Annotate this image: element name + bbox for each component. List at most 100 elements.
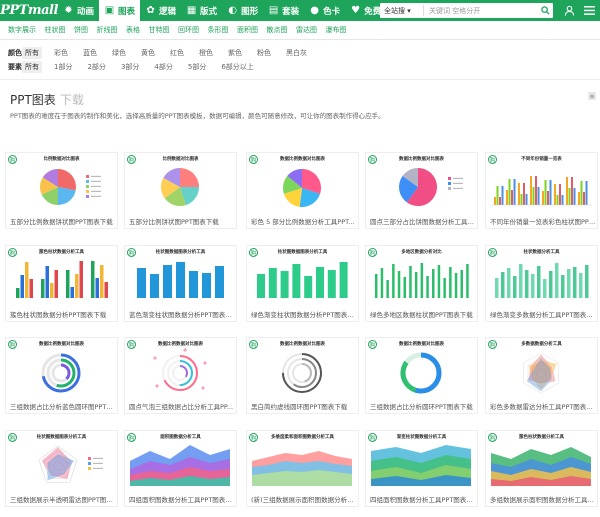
template-card[interactable]: 购 多地区数据分析对比绿色多地区数据柱状图PPT图表下载	[365, 245, 478, 322]
bar	[432, 269, 435, 298]
bar	[518, 183, 520, 205]
chart-preview	[495, 263, 589, 298]
buy-badge-icon: 购	[127, 433, 136, 442]
legend-text	[453, 182, 463, 184]
card-title[interactable]: 三组数据占比分析蓝色圆环图PPT图表...	[10, 401, 116, 411]
card-title[interactable]: 圆点三部分占比饼图数据分析工具PP...	[370, 216, 476, 226]
card-title[interactable]: 多组数据展示面积图数据分析工具PP...	[490, 494, 596, 504]
bar	[519, 264, 523, 298]
chart-thumbnail-title: 比例数据对比图表	[43, 157, 80, 162]
chart-preview	[371, 445, 471, 486]
legend-text	[91, 195, 101, 197]
card-thumbnail[interactable]: 购 簇色柱状数据分析工具	[6, 246, 117, 306]
card-title[interactable]: 彩色多数据雷达分析工具PPT图表下载	[490, 401, 596, 411]
bar	[16, 288, 20, 298]
legend-swatch	[86, 175, 89, 178]
card-thumbnail[interactable]: 购 数据比例数据对比图表	[366, 153, 477, 213]
chart-thumbnail-title: 簇色柱状数据分析工具	[39, 250, 84, 255]
template-card[interactable]: 购 簇色柱状数据分析工具多组数据展示面积图数据分析工具PP...	[485, 430, 598, 507]
bar	[508, 179, 511, 205]
template-card[interactable]: 购 多数据数据分析工具彩色多数据雷达分析工具PPT图表下载	[485, 337, 598, 414]
card-thumbnail[interactable]: 购 多维度柔和面积图数据分析工具	[247, 431, 358, 491]
card-title[interactable]: 彩色 5 部分比例数据分析工具PPT...	[251, 216, 357, 226]
card-title[interactable]: 三组数据占比分析圆环PPT图表下载	[370, 401, 476, 411]
card-title[interactable]: 五部分比例饼状图PPT图表下载	[129, 216, 235, 226]
card-thumbnail[interactable]: 购 柱状数据分析工具	[486, 246, 597, 306]
buy-badge-icon: 购	[8, 433, 17, 442]
card-thumbnail[interactable]: 购 柱状图数据图表分析工具	[6, 431, 117, 491]
card-title[interactable]: 绿色渐变柱状图数据分析PPT图表下载	[251, 309, 357, 319]
card-title[interactable]: 五部分比例数据饼状图PPT图表下载	[10, 216, 116, 226]
template-card[interactable]: 购 数据比例数据对比图表彩色 5 部分比例数据分析工具PPT...	[246, 152, 359, 229]
buy-badge-icon: 购	[8, 340, 17, 349]
template-grid: 购比例数据对比图表 五部分比例数据饼状图PPT图表下载购比例数据对比图表 五部分比例…	[0, 0, 600, 517]
template-card[interactable]: 购 柱状图数据图表分析工具三组数据展示半透明雷达图PPT图表下...	[5, 430, 118, 507]
bar	[547, 191, 549, 205]
card-thumbnail[interactable]: 购 比例数据对比图表	[125, 153, 236, 213]
bar	[496, 186, 499, 205]
template-card[interactable]: 购 柱状图数据图表分析工具绿色渐变柱状图数据分析PPT图表下载	[246, 245, 359, 322]
card-thumbnail[interactable]: 购 数据比例数据对比图表	[247, 153, 358, 213]
card-title[interactable]: 蓝色渐变柱状图数据分析PPT图表下载	[129, 309, 235, 319]
card-thumbnail[interactable]: 购 数据比例数据对比图表	[125, 338, 236, 398]
card-title[interactable]: 不同年份销量一览表彩色柱状图PPT...	[490, 216, 596, 226]
card-title[interactable]: 黑白简约虚线圆环图PPT图表下载	[251, 401, 357, 411]
bar	[513, 276, 517, 298]
chart-preview	[38, 445, 103, 483]
bar	[460, 270, 463, 298]
card-title[interactable]: 三组数据展示半透明雷达图PPT图表下...	[10, 494, 116, 504]
card-title[interactable]: 四组面积图数据分析工具PPT图表下载	[370, 494, 476, 504]
template-card[interactable]: 购 数据比例数据对比图表黑白简约虚线圆环图PPT图表下载	[246, 337, 359, 414]
card-thumbnail[interactable]: 购 数据比例数据对比图表	[247, 338, 358, 398]
bar	[501, 186, 504, 205]
chart-thumbnail-title: 比例数据对比图表	[162, 157, 199, 162]
card-thumbnail[interactable]: 购 柱状图数据图表分析工具	[247, 246, 358, 306]
card-thumbnail[interactable]: 购 数据比例数据对比图表	[366, 338, 477, 398]
template-card[interactable]: 购 比例数据对比图表五部分比例数据饼状图PPT图表下载	[5, 152, 118, 229]
template-card[interactable]: 购 柱状图数据图表分析工具蓝色渐变柱状图数据分析PPT图表下载	[124, 245, 237, 322]
template-card[interactable]: 购 数据比例数据对比图表三组数据占比分析蓝色圆环图PPT图表...	[5, 337, 118, 414]
card-title[interactable]: 圆点气泡三组数据占比分析工具PP...	[129, 401, 235, 411]
card-thumbnail[interactable]: 购 面积图数据分析工具	[125, 431, 236, 491]
bar	[420, 263, 424, 298]
legend-swatch	[88, 467, 91, 470]
bar	[571, 177, 573, 205]
card-title[interactable]: 簇色柱状图数据分析PPT图表下载	[10, 309, 116, 319]
template-card[interactable]: 购 数据比例数据对比图表圆点气泡三组数据占比分析工具PP...	[124, 337, 237, 414]
card-thumbnail[interactable]: 购 柱状图数据图表分析工具	[125, 246, 236, 306]
chart-preview	[491, 447, 591, 486]
template-card[interactable]: 购 数据比例数据对比图表三组数据占比分析圆环PPT图表下载	[365, 337, 478, 414]
card-title[interactable]: (新)三组数据展示面积图数据分析工...	[251, 494, 357, 504]
template-card[interactable]: 购 不同年份销量一览表不同年份销量一览表彩色柱状图PPT...	[485, 152, 598, 229]
chart-thumbnail-title: 数据比例数据对比图表	[399, 157, 444, 162]
card-title[interactable]: 绿色渐变多数据分析工具PPT图表...	[490, 309, 596, 319]
card-title[interactable]: 四组面积图数据分析工具PPT图表下载	[129, 494, 235, 504]
template-card[interactable]: 购 面积图数据分析工具四组面积图数据分析工具PPT图表下载	[124, 430, 237, 507]
legend-text	[91, 180, 101, 182]
template-card[interactable]: 购 多维度柔和面积图数据分析工具 (新)三组数据展示面积图数据分析工...	[246, 430, 359, 507]
bar	[75, 274, 79, 298]
bar	[525, 194, 528, 205]
card-thumbnail[interactable]: 购 多数据数据分析工具	[486, 338, 597, 398]
card-thumbnail[interactable]: 购 渐变柱状图数据分析工具	[366, 431, 477, 491]
template-card[interactable]: 购 比例数据对比图表五部分比例饼状图PPT图表下载	[124, 152, 237, 229]
card-thumbnail[interactable]: 购 不同年份销量一览表	[486, 153, 597, 213]
card-thumbnail[interactable]: 购 比例数据对比图表	[6, 153, 117, 213]
legend-text	[93, 457, 103, 459]
template-card[interactable]: 购 柱状数据分析工具绿色渐变多数据分析工具PPT图表...	[485, 245, 598, 322]
card-thumbnail[interactable]: 购 簇色柱状数据分析工具	[486, 431, 597, 491]
card-title[interactable]: 绿色多地区数据柱状图PPT图表下载	[370, 309, 476, 319]
card-thumbnail[interactable]: 购 数据比例数据对比图表	[6, 338, 117, 398]
buy-badge-icon: 购	[368, 155, 377, 164]
template-card[interactable]: 购 数据比例数据对比图表圆点三部分占比饼图数据分析工具PP...	[365, 152, 478, 229]
bar	[494, 197, 496, 205]
buy-badge-icon: 购	[249, 433, 258, 442]
card-thumbnail[interactable]: 购 多地区数据分析对比	[366, 246, 477, 306]
bar	[95, 278, 99, 298]
template-card[interactable]: 购 簇色柱状数据分析工具簇色柱状图数据分析PPT图表下载	[5, 245, 118, 322]
bar	[513, 179, 516, 205]
bar	[70, 287, 74, 298]
chart-thumbnail-title: 数据比例数据对比图表	[399, 342, 444, 347]
bar	[280, 271, 289, 298]
template-card[interactable]: 购 渐变柱状图数据分析工具四组面积图数据分析工具PPT图表下载	[365, 430, 478, 507]
